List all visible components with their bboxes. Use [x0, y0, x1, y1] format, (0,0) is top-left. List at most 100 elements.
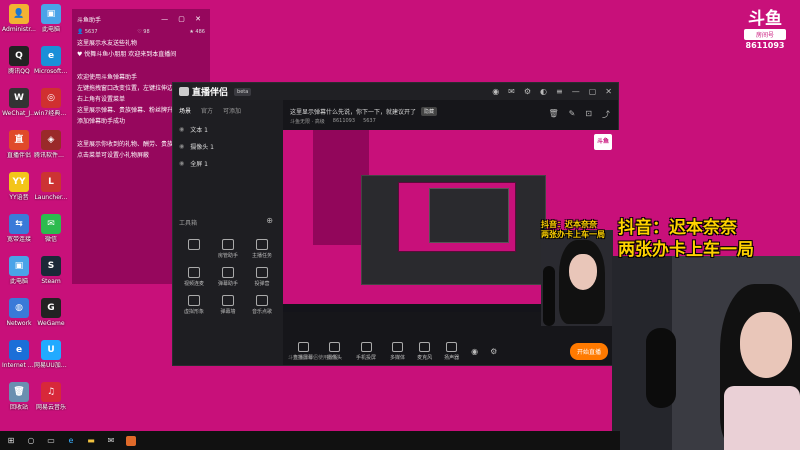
folder-icon[interactable]: ▬	[86, 436, 96, 446]
desktop-icon-label: WeGame	[37, 320, 65, 327]
scene-tabs: 场景 官方 可添加	[173, 100, 283, 121]
tool-button[interactable]: 虚拟形象	[177, 295, 211, 315]
room-meta: 斗鱼无限 · 高级 8611093 5637	[290, 118, 376, 125]
tool-button[interactable]: 音乐点歌	[245, 295, 279, 315]
tool-icon	[222, 267, 234, 278]
source-button[interactable]: 手机投屏	[356, 341, 376, 361]
speaker-label: 扬声器	[444, 354, 460, 361]
tutorial-link[interactable]: 斗鱼直播伴侣使用教程	[288, 354, 338, 361]
desktop-icon-label: Launcher...	[34, 194, 68, 201]
start-live-button[interactable]: 开始直播	[569, 342, 608, 360]
tool-button[interactable]	[177, 239, 211, 259]
desktop-icon-glyph: ⇆	[9, 214, 29, 234]
skin-icon[interactable]: ◐	[540, 87, 547, 96]
scene-tab[interactable]: 场景	[179, 106, 191, 115]
speaker-button[interactable]: 扬声器	[444, 341, 460, 361]
tool-icon	[188, 267, 200, 278]
settings-icon[interactable]: ⚙	[524, 87, 531, 96]
preview-nested-window	[361, 175, 546, 285]
mail-icon[interactable]: ✉	[106, 436, 116, 446]
desktop-icon[interactable]: ◈ 腾讯软件以及驱动	[34, 130, 68, 159]
start-icon[interactable]: ⊞	[6, 436, 16, 446]
desktop-icon[interactable]: e Microsoft Edge	[34, 46, 68, 75]
desktop-icon-glyph: S	[41, 256, 61, 276]
visibility-icon[interactable]: ◉	[179, 143, 184, 150]
add-source-icon[interactable]: ⊕	[266, 216, 273, 225]
desktop-icon-label: 腾讯软件以及驱动	[34, 152, 68, 159]
maximize-icon[interactable]: ▢	[589, 87, 597, 96]
desktop-icon[interactable]: U 网易UU加速器	[34, 340, 68, 369]
trash-icon[interactable]: 🗑	[548, 109, 558, 120]
overlay-window-controls[interactable]: — ▢ ✕	[161, 15, 205, 23]
scene-item[interactable]: ◉ 摄像头 1	[173, 138, 283, 155]
close-icon[interactable]: ✕	[605, 87, 612, 96]
desktop-icon-glyph: 👤	[9, 4, 29, 24]
desktop-icon-glyph: YY	[9, 172, 29, 192]
scene-panel: 场景 官方 可添加 ◉ 文本 1 ◉ 摄像头 1 ◉ 全屏 1 工具箱 ⊕ 房管助手 主播任务视…	[173, 100, 283, 365]
scene-item[interactable]: ◉ 全屏 1	[173, 155, 283, 172]
desktop-icon[interactable]: YY YY语音	[2, 172, 36, 201]
desktop-icon-label: Microsoft Edge	[34, 68, 68, 75]
desktop-icon[interactable]: 👤 Administr...	[2, 4, 36, 33]
toolbox-label: 工具箱	[179, 220, 198, 227]
tool-label: 音乐点歌	[251, 309, 272, 315]
tool-button[interactable]: 弹幕墙	[211, 295, 245, 315]
notice-hide-button[interactable]: 隐藏	[421, 106, 438, 116]
desktop-icon[interactable]: ◎ win7经典开始菜单工具	[34, 88, 68, 117]
desktop-icon[interactable]: ▣ 此电脑	[2, 256, 36, 285]
edge-icon[interactable]: e	[66, 436, 76, 446]
visibility-icon[interactable]: ◉	[179, 126, 184, 133]
desktop-icon[interactable]: ✉ 微信	[34, 214, 68, 243]
desktop-icon[interactable]: 直直播伴侣	[2, 130, 36, 159]
search-icon[interactable]: ○	[26, 436, 36, 446]
desktop-icon[interactable]: ◍ Network	[2, 298, 36, 327]
desktop-icon[interactable]: Q 腾讯QQ	[2, 46, 36, 75]
desktop-icon[interactable]: ♫ 网易云音乐	[34, 382, 68, 411]
top-right-tools: 🗑 ✎ ⊡ ⤴	[548, 109, 610, 120]
mic-label: 麦克风	[417, 354, 433, 361]
desktop-icon-label: 此电脑	[9, 278, 28, 285]
scene-tab[interactable]: 可添加	[223, 106, 241, 115]
desktop-icon[interactable]: e Internet Explorer	[2, 340, 36, 369]
notice-text: 这里显示弹幕什么先说，你下一下，就建议开了	[290, 108, 417, 116]
avatar[interactable]: ◉	[492, 87, 499, 96]
minimize-icon[interactable]: —	[572, 87, 580, 96]
app-name: 直播伴侣	[192, 88, 229, 98]
desktop-icon[interactable]: ⇆ 宽带连接	[2, 214, 36, 243]
caption-small-line2: 两张办卡上车一局	[541, 230, 605, 239]
desktop-icon[interactable]: G WeGame	[34, 298, 68, 327]
desktop-icon-glyph: ◍	[9, 298, 29, 318]
live-companion-taskbar-icon[interactable]	[126, 435, 136, 446]
desktop-icon-label: 宽带连接	[6, 236, 31, 243]
overlay-stat: ♡ 98	[137, 29, 150, 35]
tool-button[interactable]: 投弹营	[245, 267, 279, 287]
desktop-icon-glyph: ▣	[41, 4, 61, 24]
lock-icon[interactable]: ⊡	[585, 109, 592, 120]
gear-icon[interactable]: ⚙	[490, 347, 497, 356]
source-button[interactable]: 多媒体	[390, 341, 405, 361]
tool-button[interactable]: 房管助手	[211, 239, 245, 259]
desktop-icon[interactable]: 🗑 回收站	[2, 382, 36, 411]
tool-button[interactable]: 主播任务	[245, 239, 279, 259]
edit-icon[interactable]: ✎	[569, 109, 576, 120]
tool-button[interactable]: 弹幕助手	[211, 267, 245, 287]
douyu-logo: 斗鱼	[748, 9, 782, 29]
desktop-icon-glyph: e	[41, 46, 61, 66]
mic-button[interactable]: 麦克风	[417, 341, 433, 361]
desktop-icon[interactable]: W WeChat_J...	[2, 88, 36, 117]
title-bar[interactable]: 直播伴侣 beta ◉ ✉ ⚙ ◐ ≡ — ▢ ✕	[173, 83, 618, 100]
desktop-icon[interactable]: ▣ 此电脑	[34, 4, 68, 33]
visibility-icon[interactable]: ◉	[179, 160, 184, 167]
scene-item-label: 摄像头 1	[190, 144, 214, 151]
message-icon[interactable]: ✉	[508, 87, 515, 96]
menu-icon[interactable]: ≡	[556, 87, 563, 96]
tool-button[interactable]: 视频连麦	[177, 267, 211, 287]
desktop-icon[interactable]: S Steam	[34, 256, 68, 285]
eye-icon[interactable]: ◉	[471, 347, 478, 356]
desktop-icon-label: 微信	[44, 236, 57, 243]
desktop-icon[interactable]: L Launcher...	[34, 172, 68, 201]
scene-item[interactable]: ◉ 文本 1	[173, 121, 283, 138]
task-view-icon[interactable]: ▭	[46, 436, 56, 446]
share-icon[interactable]: ⤴	[602, 109, 610, 120]
scene-tab[interactable]: 官方	[201, 106, 213, 115]
